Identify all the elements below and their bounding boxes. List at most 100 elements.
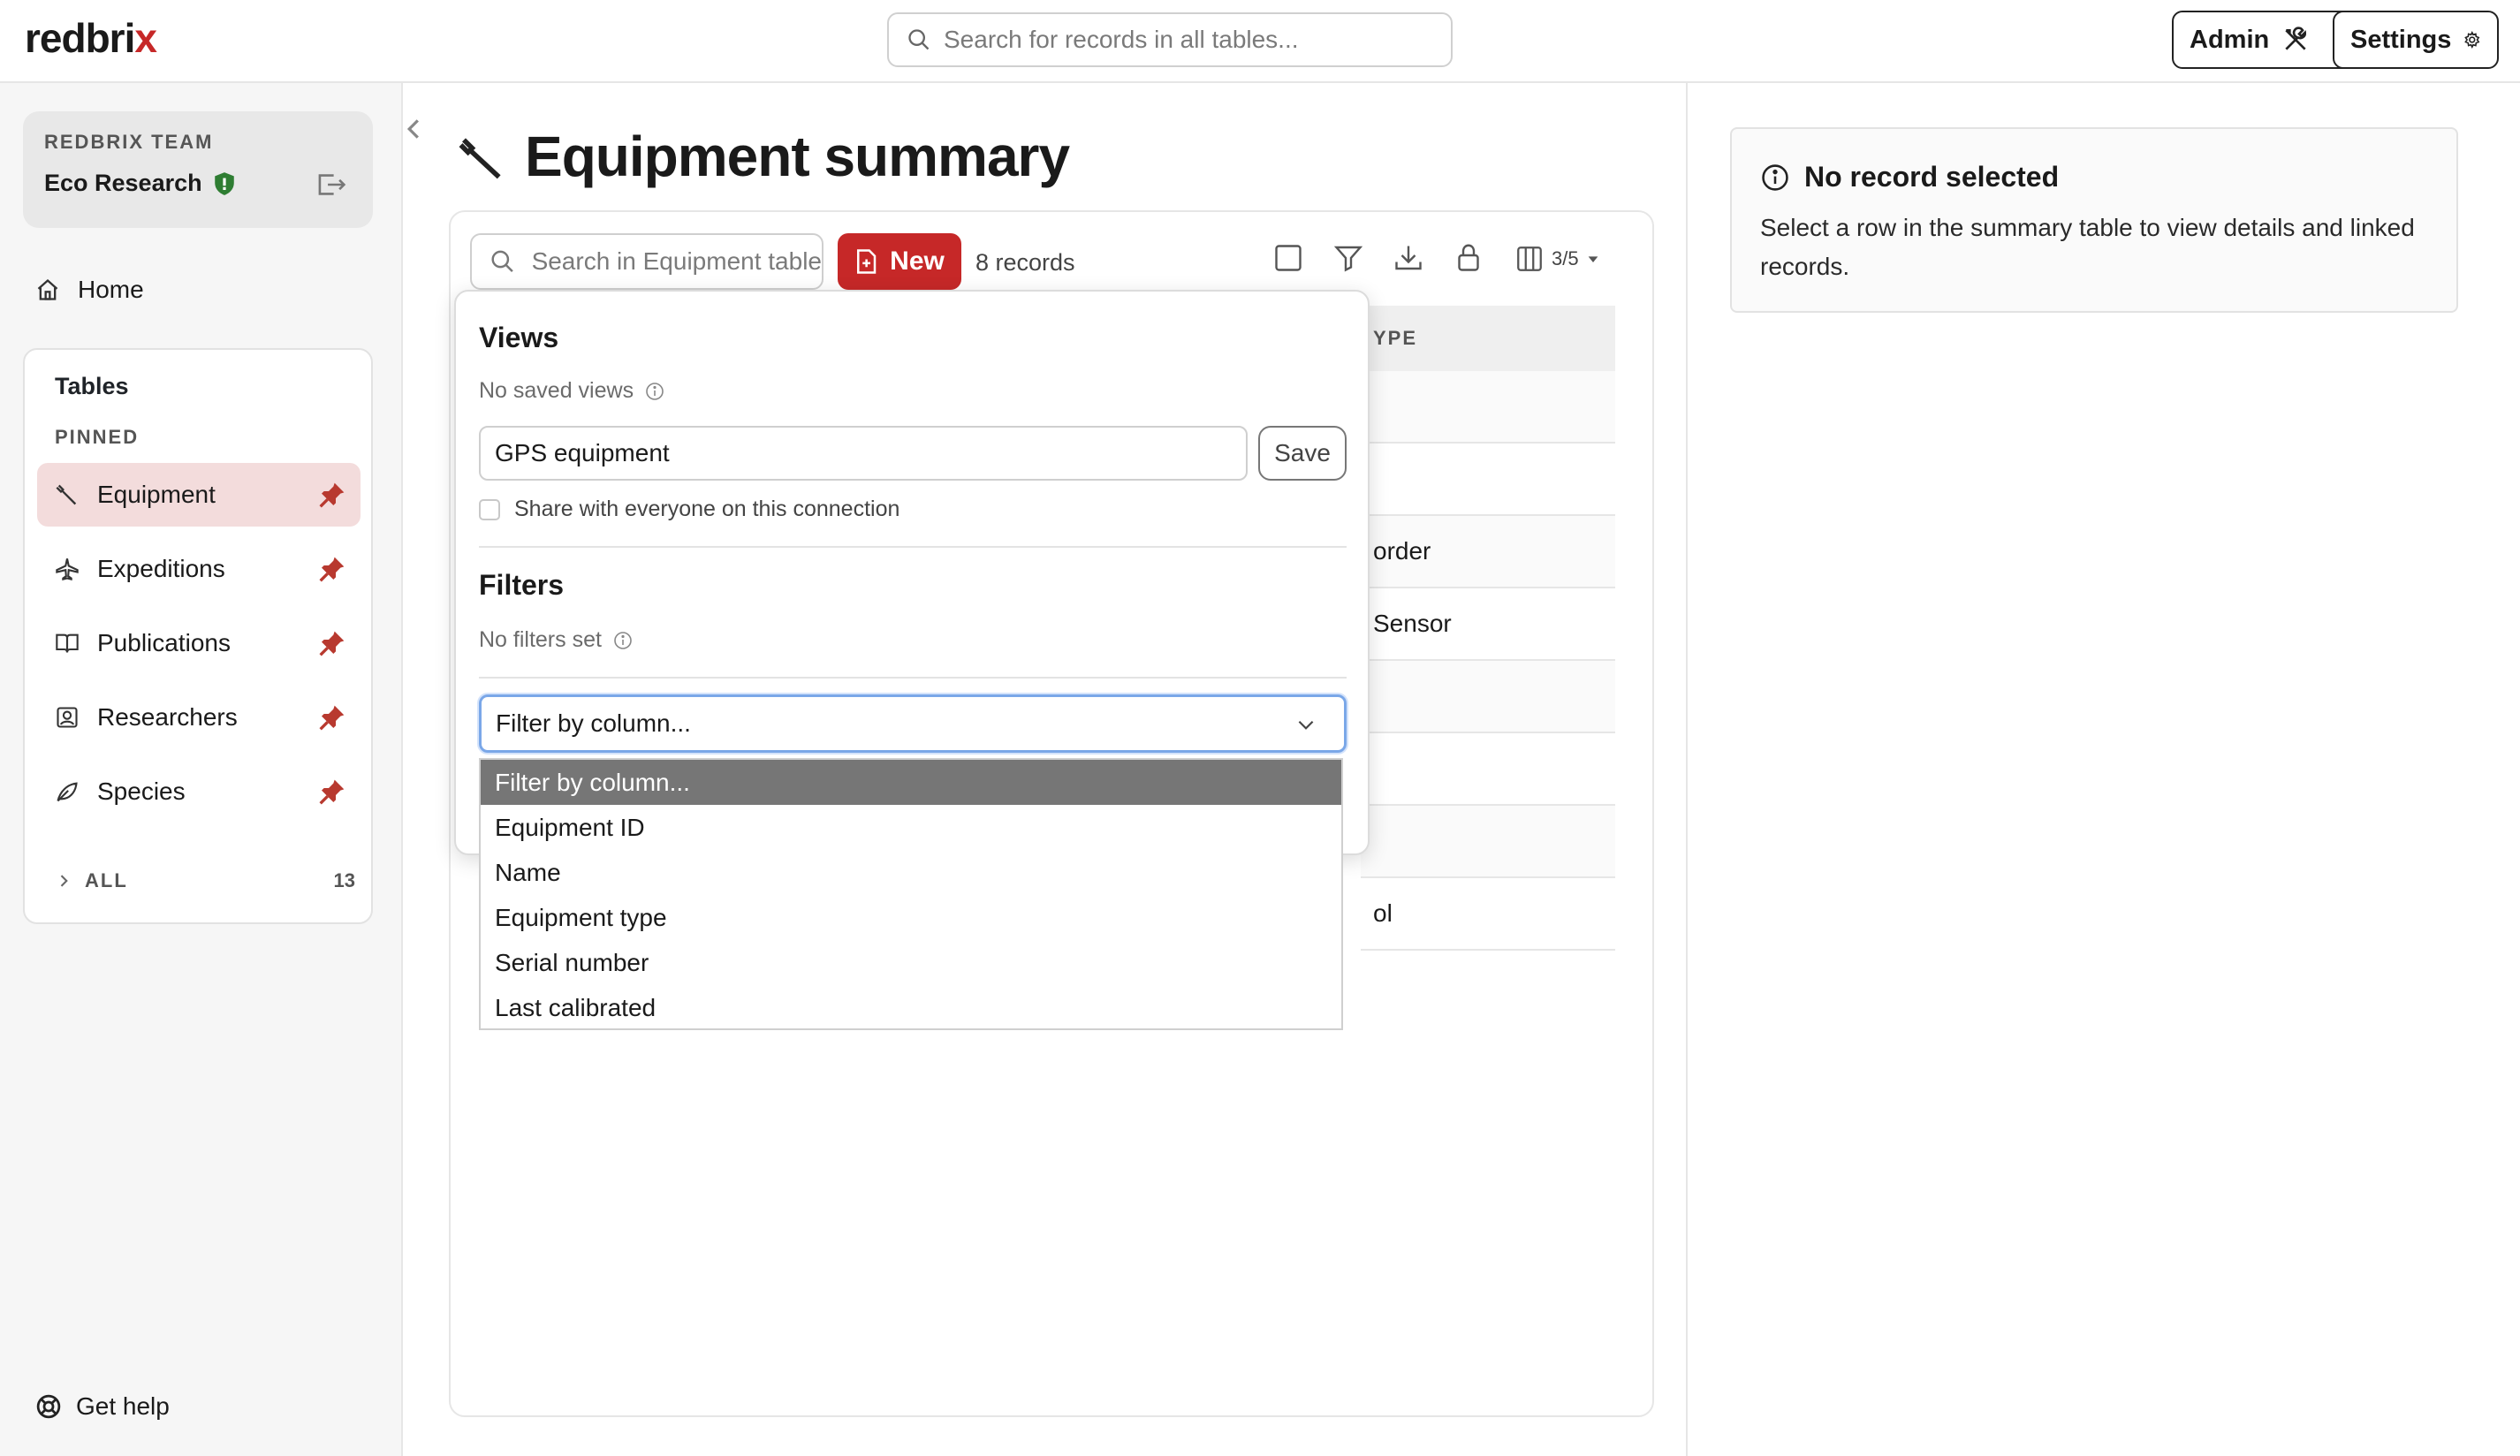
filter-column-options: Filter by column... Equipment ID Name Eq… [479,758,1343,1030]
record-count: 8 records [975,249,1075,276]
sidebar-item-publications[interactable]: Publications [37,611,361,675]
logo-accent: x [134,15,157,61]
sidebar-item-species[interactable]: Species [37,760,361,823]
filter-option[interactable]: Equipment type [481,895,1341,940]
table-row[interactable] [1361,806,1615,878]
info-icon[interactable] [644,381,665,402]
share-label: Share with everyone on this connection [514,497,900,521]
wrench-icon [459,138,501,179]
no-record-card: No record selected Select a row in the s… [1730,127,2458,313]
get-help-label: Get help [76,1392,170,1420]
pin-icon[interactable] [318,777,346,806]
team-card: REDBRIX TEAM Eco Research [23,111,373,228]
no-record-title: No record selected [1804,161,2060,193]
filter-column-select[interactable]: Filter by column... [479,694,1347,753]
filter-option[interactable]: Equipment ID [481,805,1341,850]
filter-option[interactable]: Serial number [481,940,1341,985]
admin-label: Admin [2190,25,2270,54]
new-record-button[interactable]: New [838,233,961,290]
search-icon [908,29,930,50]
columns-indicator: 3/5 [1552,247,1579,269]
section-divider [479,546,1347,548]
sidebar-item-researchers[interactable]: Researchers [37,686,361,749]
sidebar-item-label: Equipment [97,481,216,508]
info-icon[interactable] [612,630,634,651]
views-status-text: No saved views [479,378,634,403]
table-row[interactable]: order [1361,516,1615,588]
sidebar: REDBRIX TEAM Eco Research Home Tables PI… [0,83,403,1456]
download-icon[interactable] [1393,242,1424,274]
table-row[interactable] [1361,661,1615,733]
collapse-sidebar-icon[interactable] [405,115,422,143]
book-icon [56,633,79,653]
shield-icon [214,171,234,195]
pin-icon[interactable] [318,703,346,732]
pin-icon[interactable] [318,481,346,509]
columns-icon [1517,246,1542,271]
logout-icon[interactable] [316,171,346,198]
save-view-button[interactable]: Save [1258,426,1347,481]
pinned-label: PINNED [55,426,140,448]
wrench-icon [56,484,77,505]
table-column-header[interactable]: YPE [1361,306,1615,371]
filters-status-text: No filters set [479,627,602,652]
all-tables-toggle[interactable]: ALL 13 [55,869,355,892]
lifebuoy-icon [36,1394,61,1419]
tables-section: Tables PINNED Equipment Expeditions Publ… [23,348,373,924]
plane-icon [56,558,79,581]
home-label: Home [78,276,144,303]
filter-option[interactable]: Filter by column... [481,760,1341,805]
sidebar-item-equipment[interactable]: Equipment [37,463,361,527]
app-logo[interactable]: redbrix [25,14,157,62]
table-row[interactable] [1361,444,1615,516]
gear-icon [2464,31,2480,49]
lock-icon[interactable] [1453,242,1484,274]
all-label: ALL [85,869,128,891]
chevron-down-icon [1298,720,1314,730]
sidebar-item-home[interactable]: Home [35,276,144,304]
settings-label: Settings [2350,25,2452,54]
new-label: New [890,246,945,276]
views-header: Views [479,322,559,353]
tools-icon [2285,27,2307,50]
no-record-body: Select a row in the summary table to vie… [1760,214,2415,280]
filter-icon[interactable] [1332,242,1364,274]
table-row[interactable] [1361,371,1615,444]
settings-button[interactable]: Settings [2333,11,2499,69]
global-search-input[interactable]: Search for records in all tables... [887,12,1453,67]
workspace-switcher[interactable]: Eco Research [44,170,352,197]
chevron-right-icon [60,875,68,887]
global-search-placeholder: Search for records in all tables... [944,26,1299,53]
table-row[interactable] [1361,733,1615,806]
logo-text: redbri [25,15,135,61]
pin-icon[interactable] [318,629,346,657]
top-bar: redbrix Search for records in all tables… [0,0,2520,83]
share-checkbox[interactable] [479,498,500,520]
caret-down-icon [1588,256,1598,262]
sidebar-item-expeditions[interactable]: Expeditions [37,537,361,601]
all-count: 13 [333,869,355,891]
table-row[interactable]: ol [1361,878,1615,951]
filters-header: Filters [479,569,565,601]
pin-icon[interactable] [318,555,346,583]
person-badge-icon [57,707,78,728]
get-help-link[interactable]: Get help [35,1392,170,1421]
tables-header: Tables [55,373,129,399]
page-title-text: Equipment summary [525,125,1070,188]
workspace-name: Eco Research [44,170,202,196]
select-all-checkbox[interactable] [1272,242,1304,274]
filter-option[interactable]: Name [481,850,1341,895]
no-record-header: No record selected [1760,161,2059,193]
table-row[interactable]: Sensor [1361,588,1615,661]
section-divider [479,677,1347,679]
filter-option[interactable]: Last calibrated [481,985,1341,1030]
table-search-input[interactable]: Search in Equipment table [470,233,824,290]
share-option[interactable]: Share with everyone on this connection [479,497,899,522]
column-visibility-button[interactable]: 3/5 [1514,244,1600,274]
sidebar-item-label: Researchers [97,703,238,731]
table-search-placeholder: Search in Equipment table [531,247,822,275]
sidebar-item-label: Publications [97,629,231,656]
views-status: No saved views [479,378,665,404]
search-icon [491,250,513,272]
view-name-input[interactable]: GPS equipment [479,426,1248,481]
